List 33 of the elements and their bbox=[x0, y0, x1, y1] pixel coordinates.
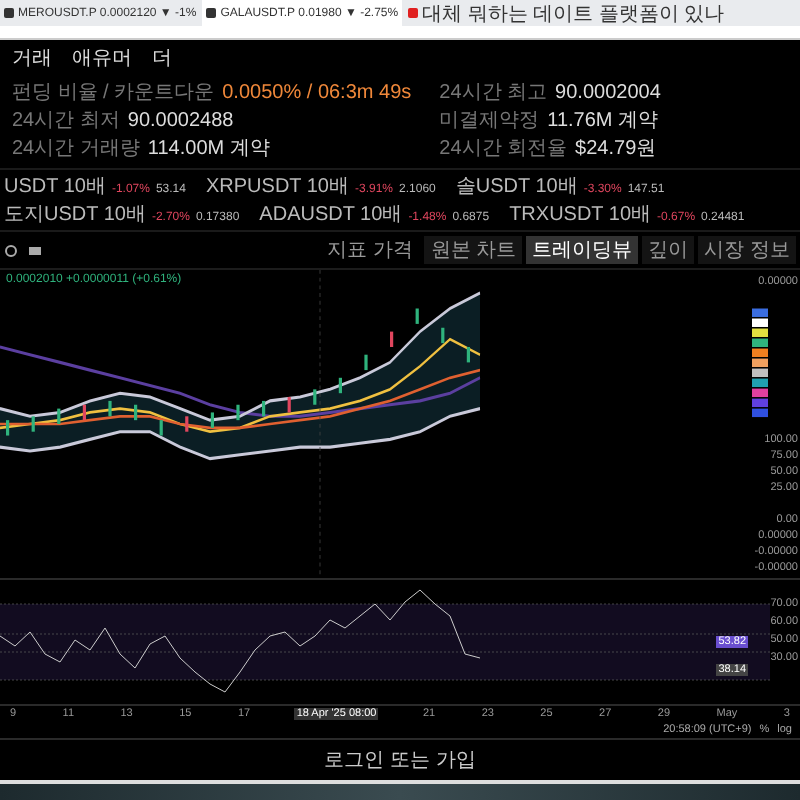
favicon-icon bbox=[408, 8, 419, 18]
settings-icon[interactable] bbox=[4, 243, 18, 257]
stat-value: 11.76M 계약 bbox=[547, 108, 659, 134]
view-tab[interactable]: 트레이딩뷰 bbox=[526, 236, 639, 264]
stat-value: $24.79원 bbox=[575, 136, 657, 162]
login-link[interactable]: 로그인 또는 가입 bbox=[324, 746, 476, 774]
stat-label: 24시간 최저 bbox=[12, 108, 120, 134]
ticker-pair[interactable]: 솔USDT 10배 bbox=[455, 172, 578, 200]
stat-label: 펀딩 비율 / 카운트다운 bbox=[12, 80, 215, 106]
stat-label: 24시간 최고 bbox=[439, 80, 548, 106]
stat-label: 24시간 회전율 bbox=[439, 136, 568, 162]
ticker-pair[interactable]: TRXUSDT 10배 bbox=[509, 200, 652, 228]
ticker-pair[interactable]: XRPUSDT 10배 bbox=[205, 172, 349, 200]
ticker-pair[interactable]: 도지USDT 10배 bbox=[4, 200, 146, 228]
view-tab[interactable]: 원본 차트 bbox=[424, 236, 523, 264]
favicon-icon bbox=[4, 8, 14, 18]
stat-value: 114.00M 계약 bbox=[147, 136, 270, 162]
view-tab[interactable]: 시장 정보 bbox=[698, 236, 796, 264]
stat-label: 24시간 거래량 bbox=[12, 136, 140, 162]
nav-item[interactable]: 더 bbox=[152, 44, 172, 72]
ticker-pair[interactable]: USDT 10배 bbox=[4, 172, 106, 200]
nav-item[interactable]: 거래 bbox=[12, 44, 52, 72]
ticker-pair[interactable]: ADAUSDT 10배 bbox=[259, 200, 403, 228]
stat-value: 90.0002004 bbox=[555, 82, 661, 104]
view-tab[interactable]: 깊이 bbox=[642, 236, 695, 264]
nav-item[interactable]: 애유머 bbox=[72, 44, 132, 72]
stat-value: 0.0050% / 06:3m 49s bbox=[222, 82, 412, 104]
browser-tab[interactable]: 대체 뭐하는 데이트 플랫폼이 있나 bbox=[404, 0, 729, 26]
price-select[interactable]: 지표 가격 bbox=[327, 236, 413, 264]
stat-value: 90.0002488 bbox=[127, 110, 234, 132]
price-tag-markers bbox=[752, 308, 768, 418]
stat-label: 미결제약정 bbox=[439, 108, 540, 134]
favicon-icon bbox=[206, 8, 217, 18]
